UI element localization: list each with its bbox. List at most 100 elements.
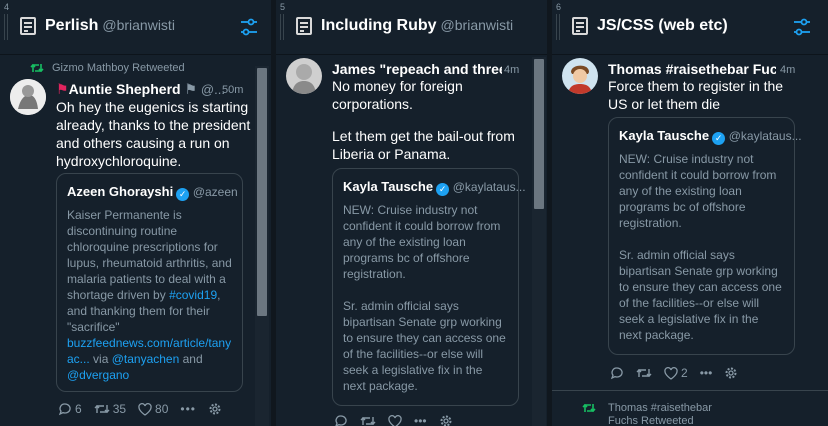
- via-label: via: [89, 352, 112, 366]
- column-header: JS/CSS (web etc): [552, 0, 828, 55]
- reply-icon: [335, 415, 347, 426]
- column-list-icon: [20, 17, 36, 35]
- retweet-icon: [94, 405, 110, 413]
- quoted-tweet[interactable]: Azeen Ghorayshi ✓ @azeen Kaiser Permanent…: [56, 173, 243, 392]
- tweet-settings-button[interactable]: [439, 414, 453, 426]
- tweet-actions: •••: [334, 414, 453, 426]
- column-title[interactable]: JS/CSS (web etc): [597, 17, 728, 35]
- tweet-text: No money for foreign corporations.: [332, 78, 463, 112]
- author-name[interactable]: James "repeach and three...: [332, 61, 502, 77]
- more-button[interactable]: •••: [700, 366, 713, 380]
- tweet-settings-button[interactable]: [208, 402, 222, 416]
- column-title-text: Perlish: [45, 17, 99, 34]
- reply-button[interactable]: [610, 366, 624, 380]
- retweet-button[interactable]: 35: [94, 402, 126, 416]
- avatar[interactable]: [286, 58, 322, 94]
- column-title-text: Including Ruby: [321, 17, 437, 34]
- avatar-image: [10, 79, 46, 115]
- quote-author: Azeen Ghorayshi ✓ @azeen: [67, 184, 238, 201]
- and-label: and: [179, 352, 203, 366]
- tweet-settings-button[interactable]: [724, 366, 738, 380]
- verified-icon: ✓: [712, 132, 726, 145]
- like-button[interactable]: 2: [664, 366, 688, 380]
- reply-button[interactable]: [334, 414, 348, 426]
- quote-text: Sr. admin official says bipartisan Senat…: [619, 248, 782, 342]
- column-including-ruby: 5 Including Ruby @brianwisti James "repea…: [276, 0, 547, 426]
- quote-text: NEW: Cruise industry not confident it co…: [343, 203, 501, 281]
- retweet-icon: [30, 63, 44, 73]
- quote-author: Kayla Tausche ✓ @kaylataus...: [619, 128, 802, 145]
- quote-author-handle: @azeen: [192, 185, 238, 199]
- column-perlish: 4 Perlish @brianwisti Gizmo Mathboy Retwe…: [0, 0, 271, 426]
- retweet-label: Thomas #raisethebar Fuchs Retweeted: [608, 402, 712, 426]
- quoted-tweet[interactable]: Kayla Tausche ✓ @kaylataus... NEW: Cruise…: [332, 168, 526, 406]
- tweet-text: Oh hey the eugenics is starting already,…: [56, 99, 251, 169]
- like-count: 2: [681, 366, 688, 380]
- quoted-tweet[interactable]: Kayla Tausche ✓ @kaylataus... NEW: Cruise…: [608, 117, 802, 355]
- column-settings-icon[interactable]: [239, 17, 259, 37]
- retweet-button[interactable]: [636, 367, 652, 379]
- more-icon: •••: [699, 366, 713, 380]
- avatar-image: [562, 58, 598, 94]
- gear-icon: [209, 403, 221, 415]
- scrollbar-thumb[interactable]: [257, 68, 267, 316]
- heart-icon: [138, 402, 152, 416]
- author-name[interactable]: ⚑Auntie Shepherd ⚑ @...: [56, 81, 225, 98]
- quote-author: Kayla Tausche ✓ @kaylataus...: [343, 179, 526, 196]
- quote-author-name: Azeen Ghorayshi: [67, 184, 174, 199]
- more-button[interactable]: •••: [180, 402, 196, 416]
- retweet-indicator: Thomas #raisethebar Fuchs Retweeted: [582, 402, 732, 426]
- more-button[interactable]: •••: [414, 414, 427, 426]
- quote-text: Sr. admin official says bipartisan Senat…: [343, 299, 506, 393]
- tweet-time[interactable]: 4m: [780, 64, 795, 76]
- tweet-divider: [552, 390, 828, 391]
- quote-author-handle: @kaylataus...: [452, 180, 526, 194]
- retweet-label: Gizmo Mathboy Retweeted: [52, 62, 185, 74]
- retweet-indicator: Gizmo Mathboy Retweeted: [30, 62, 185, 74]
- like-button[interactable]: [388, 414, 402, 426]
- like-button[interactable]: 80: [138, 402, 168, 416]
- quote-author-handle: @kaylataus...: [728, 129, 802, 143]
- avatar[interactable]: [562, 58, 598, 94]
- tweet-actions: 2 •••: [610, 366, 738, 380]
- hashtag-link[interactable]: #covid19: [169, 288, 217, 302]
- tweet-text: Force them to register in the US or let …: [608, 78, 784, 112]
- more-icon: •••: [180, 402, 197, 416]
- flag-icon: ⚑: [56, 81, 69, 97]
- column-handle: @brianwisti: [440, 17, 514, 33]
- retweet-icon: [636, 369, 652, 377]
- column-title[interactable]: Perlish @brianwisti: [45, 17, 175, 35]
- retweet-icon: [582, 403, 596, 413]
- column-header: Including Ruby @brianwisti: [276, 0, 547, 55]
- column-settings-icon[interactable]: [792, 17, 812, 37]
- drag-handle[interactable]: [556, 14, 560, 40]
- tweet-text: Let them get the bail-out from Liberia o…: [332, 128, 515, 162]
- mention-link[interactable]: @dvergano: [67, 368, 129, 382]
- column-scrollbar[interactable]: [255, 66, 269, 426]
- scrollbar-thumb[interactable]: [534, 59, 544, 209]
- like-count: 80: [155, 402, 169, 416]
- retweet-button[interactable]: [360, 415, 376, 426]
- gear-icon: [440, 415, 452, 426]
- tweet-time[interactable]: 50m: [222, 84, 243, 96]
- verified-icon: ✓: [436, 183, 450, 196]
- reply-button[interactable]: 6: [58, 402, 82, 416]
- author-name[interactable]: Thomas #raisethebar Fuchs: [608, 61, 776, 77]
- column-scrollbar[interactable]: [532, 57, 546, 426]
- flag-icon: ⚑: [180, 81, 198, 97]
- column-handle: @brianwisti: [102, 17, 175, 33]
- avatar[interactable]: [10, 79, 46, 115]
- tweet-time[interactable]: 4m: [504, 64, 519, 76]
- column-js-css: 6 JS/CSS (web etc) Thomas #raisethebar F…: [552, 0, 828, 426]
- reply-icon: [610, 367, 623, 380]
- mention-link[interactable]: @tanyachen: [112, 352, 180, 366]
- author-name-text: Auntie Shepherd: [68, 81, 181, 97]
- drag-handle[interactable]: [280, 14, 284, 40]
- column-header: Perlish @brianwisti: [0, 0, 271, 55]
- column-title[interactable]: Including Ruby @brianwisti: [321, 17, 513, 35]
- drag-handle[interactable]: [4, 14, 8, 40]
- column-title-text: JS/CSS (web etc): [597, 17, 728, 34]
- avatar-image: [286, 58, 322, 94]
- quote-author-name: Kayla Tausche: [619, 128, 710, 143]
- column-list-icon: [296, 17, 312, 35]
